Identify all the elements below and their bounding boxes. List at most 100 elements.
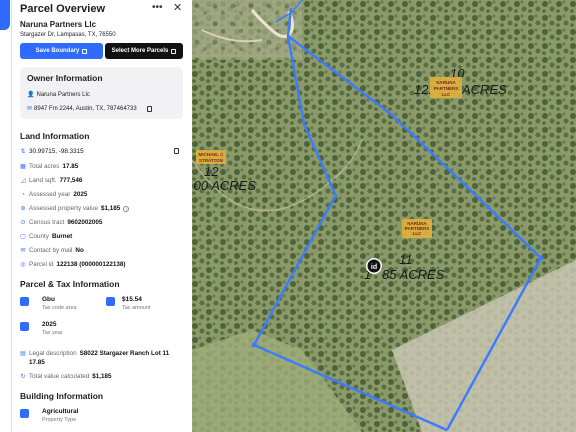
owner-information-card: Owner Information 👤 Naruna Partners Llc … <box>20 67 183 119</box>
land-sqft-row: ◿ Land sqft. 777,546 <box>20 177 83 184</box>
owner-tag-1c: LLC <box>442 92 451 97</box>
assessed-value-value: $1,185 <box>100 205 121 212</box>
tax-amount-icon <box>106 297 115 306</box>
copy-coordinates-icon[interactable] <box>174 148 179 154</box>
contact-value: No <box>75 247 84 254</box>
select-more-parcels-label: Select More Parcels <box>111 48 169 54</box>
marker-label: id <box>371 264 377 271</box>
tax-code-icon <box>20 297 29 306</box>
copy-icon[interactable] <box>146 105 152 112</box>
property-type-value: Agricultural <box>42 408 79 415</box>
tax-amount-label: Tax amount <box>122 305 151 311</box>
parcel-id-value: 122138 (000000122138) <box>56 261 126 268</box>
legal-value-cont: 17.85 <box>29 359 45 366</box>
total-icon: ↻ <box>20 373 26 380</box>
parcel-id-row: ◎ Parcel id 122138 (000000122138) <box>20 261 125 268</box>
total-acres-row: ▦ Total acres 17.85 <box>20 163 78 170</box>
legal-value: S8022 Stargazer Ranch Lot 11 <box>79 350 170 357</box>
tax-info-heading: Parcel & Tax Information <box>20 279 120 289</box>
close-icon[interactable]: ✕ <box>173 1 182 14</box>
save-icon <box>82 48 88 54</box>
satellite-map[interactable]: 10 12. ACRES NARUNA PARTNERS LLC MICHAEL… <box>192 0 576 432</box>
tax-amount: $15.54 Tax amount <box>122 296 150 311</box>
left-rail <box>0 0 12 432</box>
county-value: Burnet <box>51 233 73 240</box>
census-icon: ⊙ <box>20 219 26 226</box>
property-type: Agricultural Property Type <box>42 408 78 423</box>
assessed-year-value: 2025 <box>73 191 88 198</box>
land-sqft-value: 777,546 <box>59 177 83 184</box>
owner-tag-2c: LLC <box>413 231 422 236</box>
parcel-address: Stargazer Dr, Lampasas, TX, 76550 <box>20 32 116 38</box>
owner-name: Naruna Partners Llc <box>36 91 90 98</box>
total-value-row: ↻ Total value calculated $1,185 <box>20 373 111 380</box>
owner-tag-1a: NARUNA <box>436 80 456 85</box>
total-calc-value: $1,185 <box>92 373 112 380</box>
boundary-vertex[interactable] <box>538 255 544 261</box>
mail-icon: ✉ <box>20 247 26 254</box>
county-icon: ▢ <box>20 233 26 240</box>
county-label: County <box>29 233 49 240</box>
assessed-value-label: Assessed property value <box>29 205 98 212</box>
building-icon <box>20 409 29 418</box>
lot-12-acres: .00 ACRES <box>192 178 256 193</box>
rail-active-tab[interactable] <box>0 0 10 30</box>
legal-label: Legal description <box>29 350 77 357</box>
census-row: ⊙ Census tract 9602002005 <box>20 219 102 226</box>
tax-year-value: 2025 <box>42 321 57 328</box>
tax-code: Gbu Tax code area <box>42 296 77 311</box>
person-icon: 👤 <box>27 92 35 98</box>
envelope-icon: ✉ <box>27 106 33 112</box>
select-icon <box>171 48 177 54</box>
lot-10-acres-suffix: ACRES <box>461 82 507 97</box>
parcel-marker[interactable]: id <box>366 258 382 274</box>
tax-year: 2025 Tax year <box>42 321 63 336</box>
map-canvas[interactable]: 10 12. ACRES NARUNA PARTNERS LLC MICHAEL… <box>192 0 576 432</box>
total-acres-label: Total acres <box>29 163 60 170</box>
lot-12-number: 12 <box>204 164 219 179</box>
census-label: Census tract <box>29 219 65 226</box>
save-boundary-button[interactable]: Save Boundary <box>20 43 103 59</box>
parcel-id-label: Parcel id <box>29 261 54 268</box>
total-calc-label: Total value calculated <box>29 373 90 380</box>
lot-11-acres-suffix: 85 ACRES <box>382 267 445 282</box>
coordinates-value: 30.99715, -98.3315 <box>29 148 84 155</box>
save-boundary-label: Save Boundary <box>35 48 80 54</box>
value-icon: ⊛ <box>20 205 26 212</box>
coordinates-row: ⇅ 30.99715, -98.3315 <box>20 148 84 155</box>
assessed-year-row: ◔ Assessed year 2025 <box>20 191 87 198</box>
tax-year-label: Tax year <box>42 330 63 336</box>
land-info-heading: Land Information <box>20 131 90 141</box>
ellipsis-icon[interactable]: ••• <box>152 2 163 13</box>
clearing-area <box>192 0 302 60</box>
lot-10-acres: 12. <box>414 82 432 97</box>
document-icon: ▤ <box>20 350 26 357</box>
ruler-icon: ◿ <box>20 177 26 184</box>
id-icon: ◎ <box>20 261 26 268</box>
contact-row: ✉ Contact by mail No <box>20 247 84 254</box>
owner-name-row: 👤 Naruna Partners Llc <box>27 91 90 99</box>
assessed-year-label: Assessed year <box>29 191 71 198</box>
area-icon: ▦ <box>20 163 26 170</box>
tax-code-value: Gbu <box>42 296 55 303</box>
building-info-heading: Building Information <box>20 391 104 401</box>
neighbor-tag-1: MICHAEL C <box>199 152 225 157</box>
info-icon[interactable]: i <box>123 205 130 212</box>
panel-title: Parcel Overview <box>20 3 106 15</box>
lot-11-number: 11 <box>399 252 413 267</box>
owner-tag-1b: PARTNERS <box>434 86 458 91</box>
property-type-label: Property Type <box>42 417 77 423</box>
naruna-tag-top: NARUNA PARTNERS LLC <box>430 77 462 98</box>
naruna-tag-lot11: NARUNA PARTNERS LLC <box>402 219 432 238</box>
tax-code-label: Tax code area <box>42 305 77 311</box>
total-acres-value: 17.85 <box>62 163 79 170</box>
tax-amount-value: $15.54 <box>122 296 142 303</box>
land-sqft-label: Land sqft. <box>29 177 57 184</box>
census-value: 9602002005 <box>67 219 103 226</box>
boundary-vertex-2[interactable] <box>251 342 257 348</box>
calendar-icon: ◔ <box>21 191 25 198</box>
select-more-parcels-button[interactable]: Select More Parcels <box>105 43 183 59</box>
owner-info-heading: Owner Information <box>27 73 103 83</box>
location-icon: ⇅ <box>20 148 26 155</box>
county-row: ▢ County Burnet <box>20 233 72 240</box>
